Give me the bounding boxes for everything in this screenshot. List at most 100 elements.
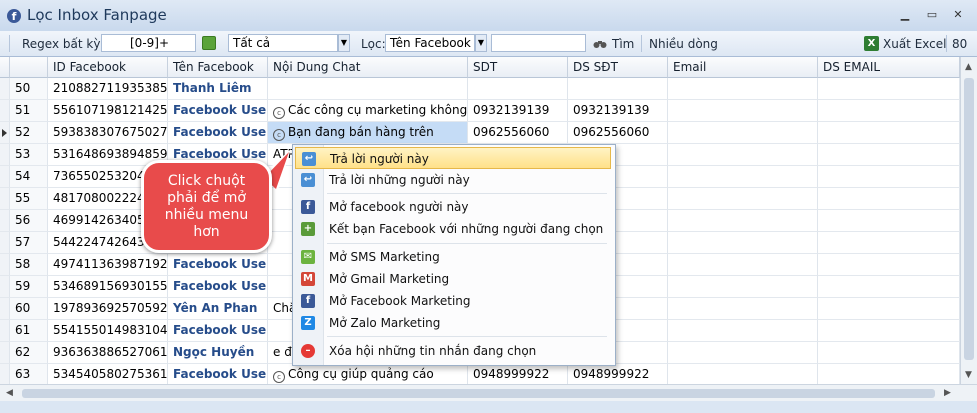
cell-num[interactable]: 60 <box>10 298 48 320</box>
row-indicator[interactable] <box>0 364 10 384</box>
cell-id[interactable]: 936363886527061 <box>48 342 168 364</box>
row-indicator[interactable] <box>0 122 10 144</box>
cell-email[interactable] <box>668 276 818 298</box>
cell-dsemail[interactable] <box>818 364 960 384</box>
column-header-sdt[interactable]: SDT <box>468 57 568 78</box>
menu-item[interactable]: M Mở Gmail Marketing <box>295 268 611 290</box>
row-indicator[interactable] <box>0 232 10 254</box>
cell-name[interactable]: Facebook User <box>168 320 268 342</box>
cell-id[interactable]: 534540580275361 <box>48 364 168 384</box>
cell-name[interactable]: Yên An Phan <box>168 298 268 320</box>
column-header-ds-email[interactable]: DS EMAIL <box>818 57 960 78</box>
cell-chat[interactable]: c Các công cụ marketing không <box>268 100 468 122</box>
cell-id[interactable]: 497411363987192 <box>48 254 168 276</box>
table-row[interactable]: 50 2108827119353858 Thanh Liêm <box>0 78 960 100</box>
cell-dsemail[interactable] <box>818 342 960 364</box>
cell-email[interactable] <box>668 122 818 144</box>
regex-input[interactable]: [0-9]+ <box>101 34 196 52</box>
cell-ds[interactable] <box>568 78 668 100</box>
row-indicator[interactable] <box>0 166 10 188</box>
scroll-thumb[interactable] <box>964 78 974 360</box>
cell-id[interactable]: 593838307675027 <box>48 122 168 144</box>
column-header-noi-dung-chat[interactable]: Nội Dung Chat <box>268 57 468 78</box>
table-row[interactable]: 63 534540580275361 Facebook User c Công cụ g… <box>0 364 960 384</box>
column-header-email[interactable]: Email <box>668 57 818 78</box>
cell-dsemail[interactable] <box>818 78 960 100</box>
cell-ds[interactable]: 0962556060 <box>568 122 668 144</box>
menu-item[interactable]: ✉ Mở SMS Marketing <box>295 246 611 268</box>
menu-item[interactable]: ↩ Trả lời những người này <box>295 169 611 191</box>
cell-ds[interactable]: 0932139139 <box>568 100 668 122</box>
cell-email[interactable] <box>668 254 818 276</box>
search-input[interactable] <box>491 34 586 52</box>
excel-icon[interactable]: X <box>864 36 879 51</box>
vertical-scrollbar[interactable]: ▲ ▼ <box>960 57 977 384</box>
cell-num[interactable]: 59 <box>10 276 48 298</box>
column-header-ten-facebook[interactable]: Tên Facebook <box>168 57 268 78</box>
row-indicator[interactable] <box>0 320 10 342</box>
row-indicator[interactable] <box>0 298 10 320</box>
cell-id[interactable]: 2108827119353858 <box>48 78 168 100</box>
cell-dsemail[interactable] <box>818 188 960 210</box>
menu-item[interactable]: – Xóa hội những tin nhắn đang chọn <box>295 340 611 362</box>
cell-dsemail[interactable] <box>818 166 960 188</box>
cell-chat[interactable]: c Công cụ giúp quảng cáo <box>268 364 468 384</box>
cell-dsemail[interactable] <box>818 276 960 298</box>
cell-name[interactable]: Facebook User <box>168 276 268 298</box>
cell-sdt[interactable]: 0932139139 <box>468 100 568 122</box>
cell-num[interactable]: 58 <box>10 254 48 276</box>
cell-num[interactable]: 61 <box>10 320 48 342</box>
cell-num[interactable]: 51 <box>10 100 48 122</box>
scroll-up-icon[interactable]: ▲ <box>965 62 972 72</box>
menu-item[interactable]: Z Mở Zalo Marketing <box>295 312 611 334</box>
menu-item[interactable]: + Kết bạn Facebook với những người đang c… <box>295 218 611 240</box>
cell-dsemail[interactable] <box>818 232 960 254</box>
cell-id[interactable]: 1978936925705923 <box>48 298 168 320</box>
cell-num[interactable]: 50 <box>10 78 48 100</box>
close-button[interactable]: ✕ <box>951 8 965 21</box>
restore-button[interactable]: ▭ <box>925 8 939 21</box>
cell-email[interactable] <box>668 232 818 254</box>
binoculars-icon[interactable] <box>593 38 607 48</box>
scroll-right-icon[interactable]: ▶ <box>944 388 951 398</box>
menu-item[interactable]: ↩ Trả lời người này <box>295 147 611 169</box>
cell-sdt[interactable]: 0962556060 <box>468 122 568 144</box>
cell-id[interactable]: 554155014983104 <box>48 320 168 342</box>
cell-name[interactable]: Facebook User <box>168 122 268 144</box>
filter-all-select[interactable]: Tất cả <box>228 34 338 52</box>
cell-chat[interactable]: c Bạn đang bán hàng trên <box>268 122 468 144</box>
cell-email[interactable] <box>668 210 818 232</box>
cell-name[interactable]: Facebook User <box>168 100 268 122</box>
cell-email[interactable] <box>668 100 818 122</box>
cell-num[interactable]: 52 <box>10 122 48 144</box>
export-excel-button[interactable]: Xuất Excel <box>883 37 947 51</box>
cell-name[interactable]: Facebook User <box>168 364 268 384</box>
cell-name[interactable]: Facebook User <box>168 254 268 276</box>
cell-id[interactable]: 534689156930155 <box>48 276 168 298</box>
scroll-down-icon[interactable]: ▼ <box>965 370 972 380</box>
cell-dsemail[interactable] <box>818 210 960 232</box>
row-indicator[interactable] <box>0 78 10 100</box>
cell-email[interactable] <box>668 320 818 342</box>
cell-id[interactable]: 556107198121425 <box>48 100 168 122</box>
cell-dsemail[interactable] <box>818 122 960 144</box>
chevron-down-icon[interactable]: ▼ <box>338 34 350 52</box>
cell-num[interactable]: 53 <box>10 144 48 166</box>
cell-num[interactable]: 55 <box>10 188 48 210</box>
cell-num[interactable]: 63 <box>10 364 48 384</box>
cell-name[interactable]: Thanh Liêm <box>168 78 268 100</box>
cell-dsemail[interactable] <box>818 320 960 342</box>
cell-dsemail[interactable] <box>818 144 960 166</box>
cell-num[interactable]: 62 <box>10 342 48 364</box>
row-indicator[interactable] <box>0 276 10 298</box>
row-indicator[interactable] <box>0 342 10 364</box>
cell-ds[interactable]: 0948999922 <box>568 364 668 384</box>
cell-email[interactable] <box>668 144 818 166</box>
scroll-thumb[interactable] <box>22 389 935 398</box>
cell-email[interactable] <box>668 188 818 210</box>
cell-name[interactable]: Ngọc Huyền <box>168 342 268 364</box>
row-indicator[interactable] <box>0 188 10 210</box>
cell-email[interactable] <box>668 364 818 384</box>
cell-email[interactable] <box>668 298 818 320</box>
multi-line-button[interactable]: Nhiều dòng <box>649 37 718 51</box>
